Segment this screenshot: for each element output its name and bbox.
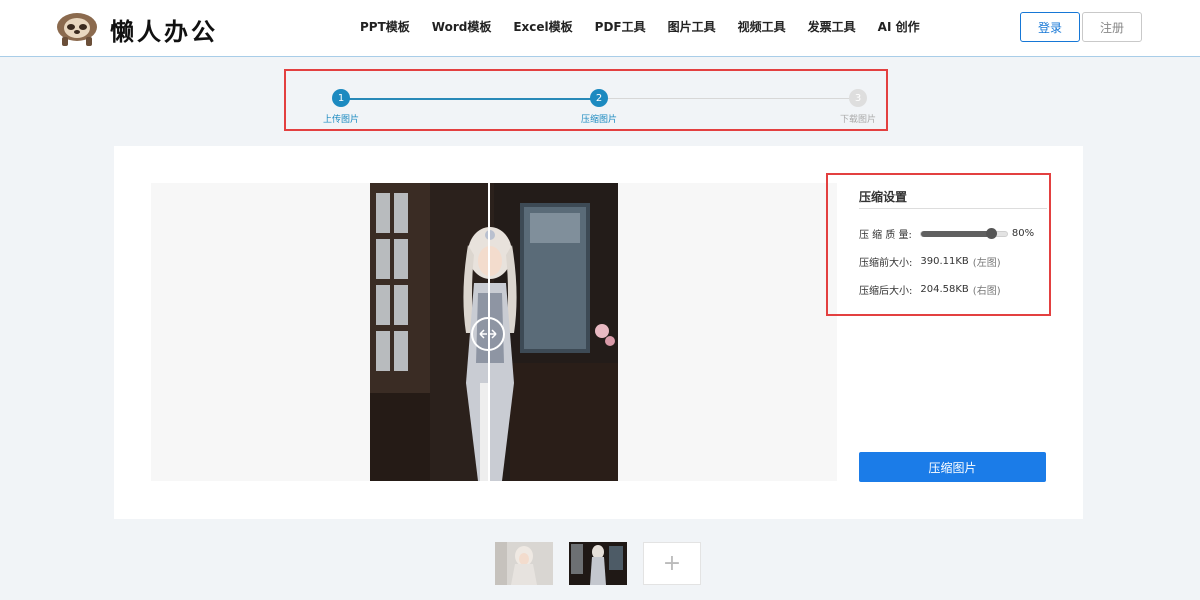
nav-ai-create[interactable]: AI 创作 bbox=[878, 18, 920, 35]
quality-slider-thumb[interactable] bbox=[986, 227, 998, 239]
size-before-note: (左图) bbox=[972, 258, 1001, 269]
step-1-number: 1 bbox=[332, 89, 350, 107]
quality-slider-fill bbox=[920, 230, 992, 237]
step-3-label: 下载图片 bbox=[840, 115, 877, 125]
thumbnail-1[interactable] bbox=[495, 542, 553, 585]
nav-pdf-tools[interactable]: PDF工具 bbox=[595, 18, 646, 35]
step-connector-pending bbox=[606, 98, 856, 99]
quality-label: 压 缩 质 量: bbox=[859, 230, 912, 241]
size-after-label: 压缩后大小: bbox=[859, 286, 913, 297]
comparison-drag-handle[interactable] bbox=[471, 317, 505, 351]
compression-settings-panel: 压缩设置 压 缩 质 量: 80% 压缩前大小: 390.11KB (左图) 压… bbox=[826, 173, 1051, 316]
size-after-row: 压缩后大小: 204.58KB (右图) bbox=[859, 282, 1001, 297]
step-2-label: 压缩图片 bbox=[581, 115, 618, 125]
settings-title: 压缩设置 bbox=[859, 190, 908, 204]
size-before-value: 390.11KB bbox=[920, 256, 969, 267]
drag-arrows-icon bbox=[479, 329, 497, 339]
size-after-note: (右图) bbox=[972, 286, 1001, 297]
logo-text: 懒人办公 bbox=[110, 17, 218, 46]
thumbnail-1-image bbox=[495, 542, 553, 585]
size-after-value: 204.58KB bbox=[920, 284, 969, 295]
register-button[interactable]: 注册 bbox=[1082, 12, 1142, 42]
nav-word-templates[interactable]: Word模板 bbox=[432, 18, 492, 35]
add-image-button[interactable]: + bbox=[643, 542, 701, 585]
progress-steps: 1 上传图片 2 压缩图片 3 下载图片 bbox=[284, 69, 888, 131]
settings-divider bbox=[859, 208, 1047, 209]
step-1-label: 上传图片 bbox=[323, 115, 360, 125]
compress-workspace: 压缩设置 压 缩 质 量: 80% 压缩前大小: 390.11KB (左图) 压… bbox=[114, 146, 1083, 519]
login-button[interactable]: 登录 bbox=[1020, 12, 1080, 42]
size-before-label: 压缩前大小: bbox=[859, 258, 913, 269]
compress-image-button[interactable]: 压缩图片 bbox=[859, 452, 1046, 482]
nav-image-tools[interactable]: 图片工具 bbox=[668, 18, 716, 35]
quality-slider[interactable] bbox=[919, 227, 1008, 239]
step-2-number: 2 bbox=[590, 89, 608, 107]
nav-ppt-templates[interactable]: PPT模板 bbox=[360, 18, 410, 35]
nav-invoice-tools[interactable]: 发票工具 bbox=[808, 18, 856, 35]
sloth-logo-icon bbox=[57, 13, 97, 46]
site-header: 懒人办公 PPT模板 Word模板 Excel模板 PDF工具 图片工具 视频工… bbox=[0, 0, 1200, 57]
nav-video-tools[interactable]: 视频工具 bbox=[738, 18, 786, 35]
quality-percent: 80% bbox=[1011, 228, 1035, 239]
thumbnail-2[interactable] bbox=[569, 542, 627, 585]
quality-row: 压 缩 质 量: 80% bbox=[859, 226, 1034, 241]
site-logo[interactable]: 懒人办公 bbox=[54, 9, 244, 49]
thumbnail-2-image bbox=[569, 542, 627, 585]
step-3-number: 3 bbox=[849, 89, 867, 107]
size-before-row: 压缩前大小: 390.11KB (左图) bbox=[859, 254, 1001, 269]
nav-excel-templates[interactable]: Excel模板 bbox=[513, 18, 572, 35]
step-connector-done bbox=[343, 98, 598, 100]
main-nav: PPT模板 Word模板 Excel模板 PDF工具 图片工具 视频工具 发票工… bbox=[360, 18, 942, 35]
